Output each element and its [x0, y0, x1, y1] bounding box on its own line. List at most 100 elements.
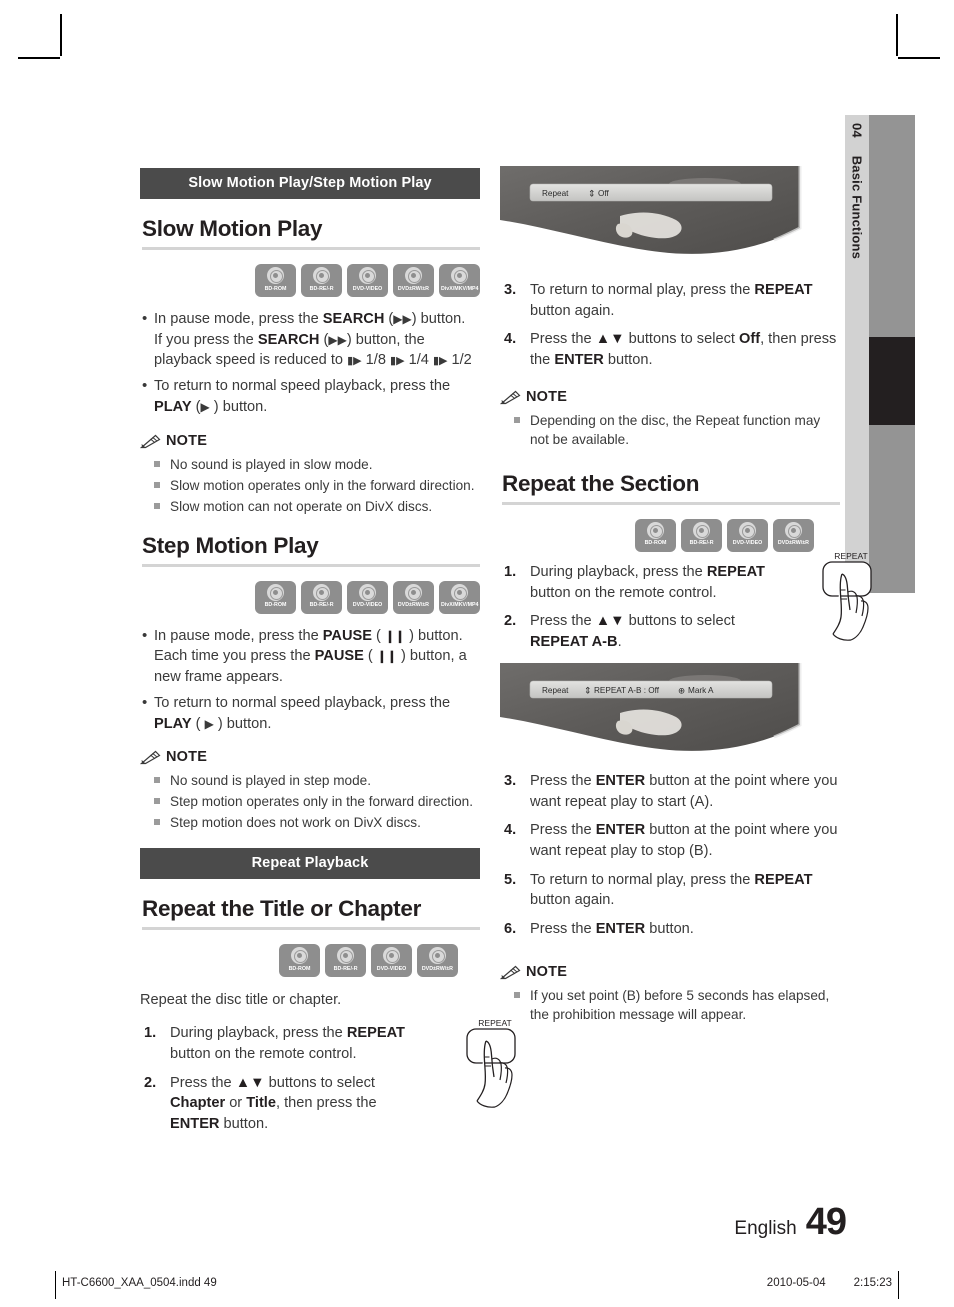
- step-number: 2.: [504, 613, 517, 630]
- print-rule-left: [55, 1271, 56, 1299]
- repeat-section-steps-first: 1. During playback, press the REPEAT but…: [500, 562, 770, 653]
- note-repeat-section: NOTE If you set point (B) before 5 secon…: [500, 964, 840, 1024]
- left-column: Slow Motion Play/Step Motion Play Slow M…: [140, 168, 516, 1143]
- bullet-item: In pause mode, press the SEARCH (▶▶) but…: [140, 308, 480, 371]
- disc-icon: [739, 521, 756, 539]
- disc-badge: DVD-VIDEO: [727, 518, 768, 552]
- print-rule-right: [898, 1271, 899, 1299]
- note-item: Depending on the disc, the Repeat functi…: [500, 411, 840, 449]
- disc-badge-label: BD-ROM: [264, 285, 287, 292]
- disc-badge: DVD±RW/±R: [393, 580, 434, 614]
- divx-disc-icon: [451, 583, 468, 601]
- step-item: 1. During playback, press the REPEAT but…: [504, 563, 765, 601]
- osd-image: Repeat ⇕ Off: [500, 166, 802, 254]
- disc-badge: DVD±RW/±R: [417, 944, 458, 978]
- disc-badge: BD-RE/-R: [681, 518, 722, 552]
- print-filename: HT-C6600_XAA_0504.indd 49: [62, 1277, 217, 1289]
- disc-badge: DVD±RW/±R: [773, 518, 814, 552]
- disc-badge-label: DivX/MKV/MP4: [440, 602, 479, 609]
- bullet-item: To return to normal speed playback, pres…: [140, 375, 480, 417]
- note-items: Depending on the disc, the Repeat functi…: [500, 411, 840, 449]
- disc-badge-label: BD-RE/-R: [309, 602, 334, 609]
- chapter-tab-marker: [869, 337, 915, 425]
- remote-button-label: REPEAT: [834, 551, 867, 561]
- right-column: Repeat ⇕ Off 3. To return to normal play…: [500, 166, 872, 1026]
- repeat-steps-top: 3. To return to normal play, press the R…: [500, 280, 840, 371]
- disc-badge-label: BD-RE/-R: [689, 540, 714, 547]
- osd-mark-text: Mark A: [688, 686, 714, 695]
- section-banner-slow-step: Slow Motion Play/Step Motion Play: [140, 168, 480, 199]
- step-item: 3. Press the ENTER button at the point w…: [504, 772, 838, 810]
- chapter-tab: 04 Basic Functions: [845, 115, 915, 593]
- disc-icon: [313, 267, 330, 284]
- disc-badge-label: BD-ROM: [288, 965, 311, 972]
- disc-badge: DVD±RW/±R: [393, 264, 434, 297]
- disc-icon: [383, 947, 400, 965]
- disc-badge-label: DVD-VIDEO: [352, 285, 383, 292]
- disc-badge-label: BD-RE/-R: [333, 965, 358, 972]
- disc-badges-step-motion: BD-ROM BD-RE/-R DVD-VIDEO DVD±RW/±R DivX…: [140, 580, 480, 614]
- heading-rule: [142, 927, 480, 931]
- note-header: NOTE: [140, 749, 480, 765]
- disc-badge: DivX/MKV/MP4: [439, 580, 480, 614]
- heading-rule: [142, 563, 480, 567]
- osd-value-text: Off: [598, 189, 609, 198]
- heading-rule: [142, 247, 480, 250]
- note-repeat-availability: NOTE Depending on the disc, the Repeat f…: [500, 389, 840, 449]
- note-items: No sound is played in slow mode. Slow mo…: [140, 455, 480, 516]
- disc-icon: [359, 267, 376, 284]
- step-item: 2. Press the ▲▼ buttons to select Chapte…: [144, 1074, 377, 1132]
- print-date: 2010-05-04: [766, 1277, 826, 1289]
- note-label: NOTE: [166, 749, 208, 766]
- print-time: 2:15:23: [853, 1277, 892, 1289]
- remote-repeat-button-illustration: REPEAT: [464, 1017, 528, 1114]
- disc-icon: [359, 583, 376, 601]
- repeat-title-steps: 1. During playback, press the REPEAT but…: [140, 1023, 408, 1135]
- enter-icon: ⊕: [678, 685, 685, 695]
- osd-value-text: REPEAT A-B : Off: [594, 686, 660, 695]
- note-slow-motion: NOTE No sound is played in slow mode. Sl…: [140, 433, 480, 516]
- disc-badge: DVD-VIDEO: [347, 264, 388, 297]
- disc-icon: [267, 267, 284, 284]
- disc-badge-label: BD-RE/-R: [309, 285, 334, 292]
- language-label: English: [734, 1218, 797, 1239]
- disc-badge: DivX/MKV/MP4: [439, 264, 480, 297]
- step-item: 4. Press the ENTER button at the point w…: [504, 822, 838, 859]
- disc-icon: [313, 583, 330, 601]
- chapter-tab-label: 04 Basic Functions: [850, 115, 865, 259]
- disc-icon: [267, 583, 284, 601]
- step-number: 5.: [504, 871, 517, 888]
- heading-step-motion-play: Step Motion Play: [142, 532, 319, 558]
- disc-badge-label: BD-ROM: [644, 540, 667, 547]
- disc-badge-label: DVD-VIDEO: [376, 965, 407, 972]
- step-motion-bullets: In pause mode, press the PAUSE ( ❙❙ ) bu…: [140, 625, 480, 735]
- repeat-section-steps-rest: 3. Press the ENTER button at the point w…: [500, 771, 840, 940]
- note-item: Slow motion can not operate on DivX disc…: [140, 497, 480, 516]
- disc-badge: DVD-VIDEO: [347, 580, 388, 614]
- bullet-item: In pause mode, press the PAUSE ( ❙❙ ) bu…: [140, 625, 480, 688]
- heading-rule: [502, 501, 840, 505]
- disc-badge-label: DVD±RW/±R: [777, 540, 810, 547]
- step-number: 4.: [504, 331, 517, 348]
- step-item: 2. Press the ▲▼ buttons to select REPEAT…: [504, 613, 735, 651]
- repeat-intro-text: Repeat the disc title or chapter.: [140, 992, 342, 1009]
- note-step-motion: NOTE No sound is played in step mode. St…: [140, 749, 480, 832]
- disc-badge: BD-RE/-R: [301, 580, 342, 614]
- disc-badge-label: DivX/MKV/MP4: [440, 285, 479, 292]
- disc-badge: BD-ROM: [635, 518, 676, 552]
- heading-slow-motion-play: Slow Motion Play: [142, 216, 323, 241]
- note-item: Slow motion operates only in the forward…: [140, 476, 480, 495]
- step-item: 6. Press the ENTER button.: [500, 919, 840, 940]
- slow-motion-bullets: In pause mode, press the SEARCH (▶▶) but…: [140, 308, 480, 418]
- disc-badge: DVD-VIDEO: [371, 944, 412, 978]
- note-header: NOTE: [500, 389, 840, 405]
- disc-icon: [429, 947, 446, 965]
- disc-badge: BD-RE/-R: [301, 264, 342, 297]
- disc-badge-label: DVD-VIDEO: [352, 602, 383, 609]
- pencil-icon: [140, 434, 161, 448]
- osd-image: Repeat ⇕ REPEAT A-B : Off ⊕ Mark A: [500, 662, 802, 751]
- remote-repeat-button-illustration: REPEAT: [820, 550, 884, 647]
- disc-icon: [291, 947, 308, 965]
- osd-arrows-icon: ⇕: [584, 685, 592, 695]
- osd-label-text: Repeat: [542, 686, 569, 695]
